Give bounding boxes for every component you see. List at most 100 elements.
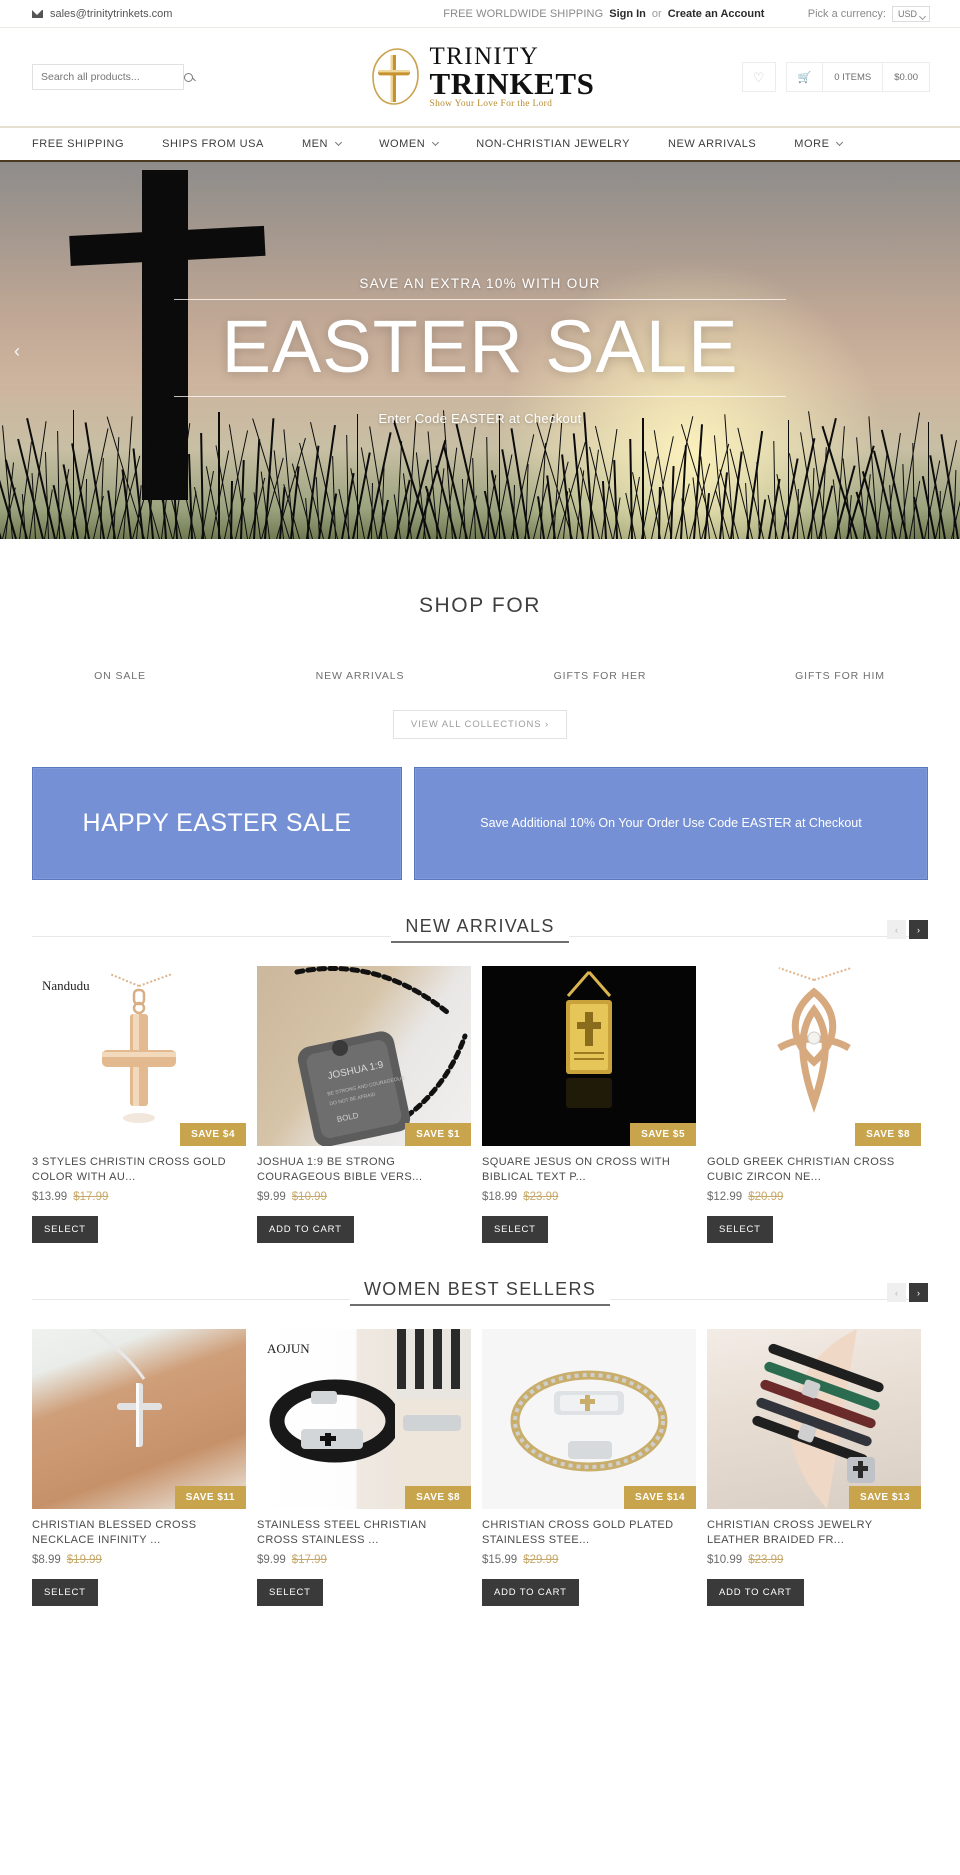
carousel-controls: ‹ › (887, 920, 928, 939)
search-icon (184, 72, 193, 82)
product-cta-button[interactable]: SELECT (257, 1579, 323, 1606)
product-title[interactable]: CHRISTIAN CROSS JEWELRY LEATHER BRAIDED … (707, 1518, 921, 1548)
search-input[interactable] (33, 71, 184, 83)
product-card[interactable]: SAVE $8 GOLD GREEK CHRISTIAN CROSS CUBIC … (707, 966, 921, 1243)
nav-label: FREE SHIPPING (32, 138, 125, 150)
product-title[interactable]: 3 STYLES CHRISTIN CROSS GOLD COLOR WITH … (32, 1155, 246, 1185)
product-card[interactable]: Nandudu SAVE $4 3 STYLES CHRISTIN CROSS G… (32, 966, 246, 1243)
product-compare-at-price: $19.99 (66, 1554, 102, 1566)
currency-picker: Pick a currency: USD (807, 5, 960, 22)
section-title: WOMEN BEST SELLERS (349, 1278, 611, 1306)
product-image[interactable]: Nandudu SAVE $4 (32, 966, 246, 1146)
carousel-controls: ‹ › (887, 1283, 928, 1302)
promo-banner-easter-sale[interactable]: HAPPY EASTER SALE (32, 767, 402, 880)
site-logo[interactable]: TRINITY TRINKETS Show Your Love For the … (335, 44, 625, 109)
product-title[interactable]: JOSHUA 1:9 BE STRONG COURAGEOUS BIBLE VE… (257, 1155, 471, 1185)
product-cta-button[interactable]: ADD TO CART (707, 1579, 804, 1606)
cart-widget[interactable]: 🛒 0 ITEMS $0.00 (785, 62, 930, 92)
nav-label: NEW ARRIVALS (667, 138, 757, 150)
product-card[interactable]: SAVE $13 CHRISTIAN CROSS JEWELRY LEATHER … (707, 1329, 921, 1606)
collection-gifts-for-her[interactable]: GIFTS FOR HER (480, 670, 720, 682)
product-title[interactable]: STAINLESS STEEL CHRISTIAN CROSS STAINLES… (257, 1518, 471, 1548)
site-header: TRINITY TRINKETS Show Your Love For the … (0, 28, 960, 128)
product-title[interactable]: SQUARE JESUS ON CROSS WITH BIBLICAL TEXT… (482, 1155, 696, 1185)
carousel-next-button[interactable]: › (909, 920, 928, 939)
brand-watermark: Nandudu (42, 978, 90, 993)
product-cta-button[interactable]: SELECT (32, 1216, 98, 1243)
cart-icon-cell[interactable]: 🛒 (787, 63, 824, 91)
product-image[interactable]: AOJUN SAVE $8 (257, 1329, 471, 1509)
collection-on-sale[interactable]: ON SALE (0, 670, 240, 682)
product-price: $15.99 (482, 1554, 518, 1566)
search-submit-button[interactable] (184, 65, 193, 89)
product-image[interactable]: SAVE $11 (32, 1329, 246, 1509)
product-pricing: $9.99 $10.99 (257, 1191, 471, 1203)
hero-content: SAVE AN EXTRA 10% WITH OUR EASTER SALE E… (0, 162, 960, 539)
carousel-next-button[interactable]: › (909, 1283, 928, 1302)
promo-banner-discount-code[interactable]: Save Additional 10% On Your Order Use Co… (414, 767, 928, 880)
nav-label: MEN (301, 138, 329, 150)
cart-total[interactable]: $0.00 (883, 63, 929, 91)
product-image[interactable]: SAVE $5 (482, 966, 696, 1146)
product-title[interactable]: GOLD GREEK CHRISTIAN CROSS CUBIC ZIRCON … (707, 1155, 921, 1185)
product-card[interactable]: SAVE $5 SQUARE JESUS ON CROSS WITH BIBLIC… (482, 966, 696, 1243)
or-separator: or (651, 7, 662, 20)
product-image[interactable]: SAVE $13 (707, 1329, 921, 1509)
currency-select[interactable]: USD (891, 5, 930, 22)
hero-slider: ‹ SAVE AN EXTRA 10% WITH OUR EASTER SALE… (0, 162, 960, 539)
product-card[interactable]: JOSHUA 1:9 BE STRONG AND COURAGEOUS DO N… (257, 966, 471, 1243)
save-badge: SAVE $14 (624, 1486, 696, 1509)
cart-item-count[interactable]: 0 ITEMS (823, 63, 884, 91)
wishlist-button[interactable]: ♡ (741, 62, 776, 92)
product-cta-button[interactable]: SELECT (482, 1216, 548, 1243)
product-card[interactable]: SAVE $11 CHRISTIAN BLESSED CROSS NECKLACE… (32, 1329, 246, 1606)
nav-item-new-arrivals[interactable]: NEW ARRIVALS (668, 138, 756, 150)
product-cta-button[interactable]: SELECT (32, 1579, 98, 1606)
section-title: NEW ARRIVALS (391, 915, 569, 943)
hero-prev-button[interactable]: ‹ (14, 342, 20, 360)
save-badge: SAVE $1 (405, 1123, 471, 1146)
product-card[interactable]: SAVE $14 CHRISTIAN CROSS GOLD PLATED STAI… (482, 1329, 696, 1606)
nav-item-men[interactable]: MEN (301, 138, 343, 150)
nav-item-ships-from-usa[interactable]: SHIPS FROM USA (162, 138, 264, 150)
create-account-link[interactable]: Create an Account (668, 8, 765, 20)
chevron-down-icon (432, 138, 440, 147)
section-header: NEW ARRIVALS ‹ › (32, 914, 928, 944)
search-box[interactable] (32, 64, 193, 90)
product-title[interactable]: CHRISTIAN BLESSED CROSS NECKLACE INFINIT… (32, 1518, 246, 1548)
nav-label: NON-CHRISTIAN JEWELRY (476, 138, 630, 150)
product-pricing: $12.99 $20.99 (707, 1191, 921, 1203)
product-compare-at-price: $17.99 (73, 1191, 109, 1203)
view-all-wrap: VIEW ALL COLLECTIONS › (0, 710, 960, 739)
cross-in-circle-icon (365, 46, 425, 108)
hero-title: EASTER SALE (221, 304, 739, 388)
carousel-prev-button[interactable]: ‹ (887, 1283, 906, 1302)
product-image[interactable]: JOSHUA 1:9 BE STRONG AND COURAGEOUS DO N… (257, 966, 471, 1146)
save-badge: SAVE $4 (180, 1123, 246, 1146)
section-header: WOMEN BEST SELLERS ‹ › (32, 1277, 928, 1307)
product-title[interactable]: CHRISTIAN CROSS GOLD PLATED STAINLESS ST… (482, 1518, 696, 1548)
product-image[interactable]: SAVE $14 (482, 1329, 696, 1509)
product-cta-button[interactable]: ADD TO CART (482, 1579, 579, 1606)
sign-in-link[interactable]: Sign In (609, 8, 646, 20)
currency-label: Pick a currency: (807, 7, 886, 20)
product-card[interactable]: AOJUN SAVE $8 STAINLESS STEEL CHRISTIAN C… (257, 1329, 471, 1606)
product-cta-button[interactable]: SELECT (707, 1216, 773, 1243)
logo-line-2: TRINKETS (429, 66, 595, 101)
product-price: $12.99 (707, 1191, 743, 1203)
collection-new-arrivals[interactable]: NEW ARRIVALS (240, 670, 480, 682)
nav-item-women[interactable]: WOMEN (379, 138, 440, 150)
collection-gifts-for-him[interactable]: GIFTS FOR HIM (720, 670, 960, 682)
carousel-prev-button[interactable]: ‹ (887, 920, 906, 939)
support-email[interactable]: sales@trinitytrinkets.com (50, 8, 172, 20)
nav-label: WOMEN (379, 138, 426, 150)
product-cta-button[interactable]: ADD TO CART (257, 1216, 354, 1243)
product-image[interactable]: SAVE $8 (707, 966, 921, 1146)
nav-item-non-christian-jewelry[interactable]: NON-CHRISTIAN JEWELRY (476, 138, 630, 150)
nav-item-more[interactable]: MORE (794, 138, 844, 150)
envelope-icon (32, 9, 43, 18)
view-all-collections-button[interactable]: VIEW ALL COLLECTIONS › (392, 710, 568, 739)
product-price: $9.99 (257, 1554, 286, 1566)
hero-kicker: SAVE AN EXTRA 10% WITH OUR (359, 275, 601, 291)
nav-item-free-shipping[interactable]: FREE SHIPPING (32, 138, 124, 150)
